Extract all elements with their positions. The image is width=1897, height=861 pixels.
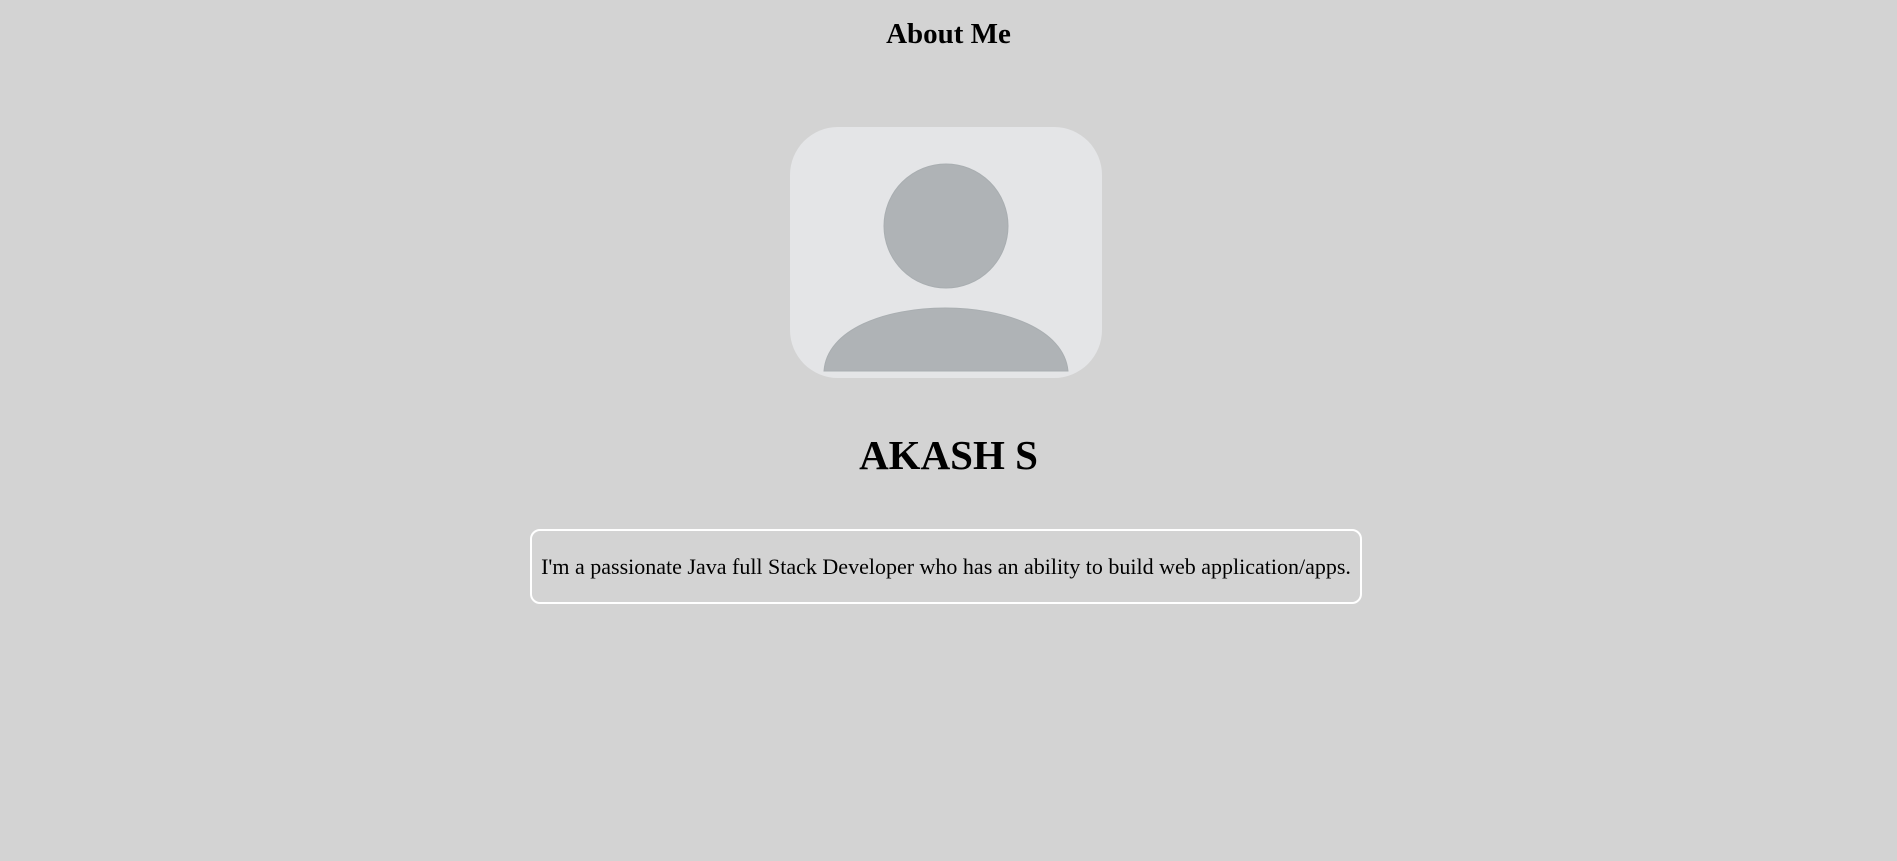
bio-box: I'm a passionate Java full Stack Develop… — [530, 529, 1362, 604]
profile-name: AKASH S — [859, 432, 1038, 478]
bio-text: I'm a passionate Java full Stack Develop… — [541, 553, 1351, 579]
page-title: About Me — [886, 18, 1011, 50]
avatar — [790, 127, 1102, 378]
user-silhouette-icon — [823, 163, 1069, 372]
